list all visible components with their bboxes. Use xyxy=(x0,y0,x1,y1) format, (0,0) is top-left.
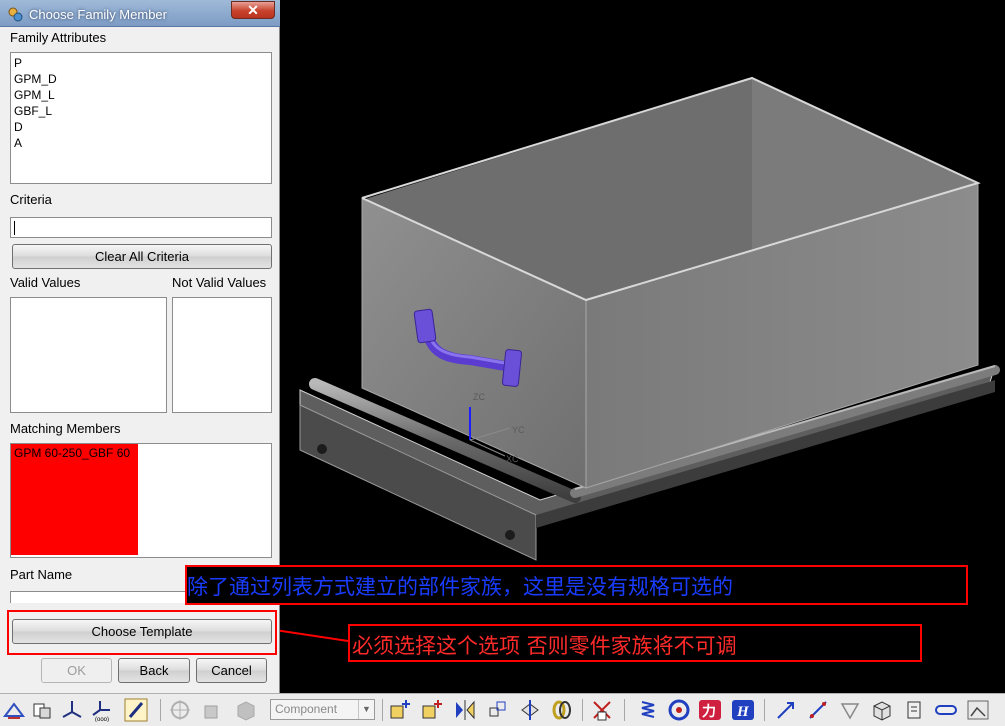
axis-x-label: XC xyxy=(506,454,519,464)
ok-button[interactable]: OK xyxy=(41,658,112,683)
svg-text:力: 力 xyxy=(702,703,716,719)
drafting-icon[interactable] xyxy=(902,698,926,722)
axis-y-label: YC xyxy=(512,425,525,435)
vector-icon[interactable] xyxy=(774,698,798,722)
annotation-note-2: 必须选择这个选项 否则零件家族将不可调 xyxy=(348,624,922,662)
mirror-assembly-icon[interactable] xyxy=(453,698,477,722)
assembly-constraints-icon[interactable] xyxy=(30,698,54,722)
section-icon[interactable] xyxy=(667,698,691,722)
explode-view-icon[interactable] xyxy=(590,698,614,722)
list-item[interactable]: GBF_L xyxy=(11,103,271,119)
clear-all-criteria-button[interactable]: Clear All Criteria xyxy=(12,244,272,269)
list-item[interactable]: D xyxy=(11,119,271,135)
toolbar-separator xyxy=(624,699,625,721)
close-icon: ✕ xyxy=(247,2,259,18)
link-chain-icon[interactable] xyxy=(550,698,574,722)
image-icon[interactable] xyxy=(966,698,990,722)
back-button[interactable]: Back xyxy=(118,658,190,683)
annotation-note-2-text: 必须选择这个选项 否则零件家族将不可调 xyxy=(352,634,737,658)
list-item[interactable]: GPM_D xyxy=(11,71,271,87)
toolbar-separator xyxy=(160,699,161,721)
valid-values-label: Valid Values xyxy=(10,275,81,290)
component-select-value: Component xyxy=(275,702,338,716)
valid-values-list[interactable] xyxy=(10,297,167,413)
part-name-label: Part Name xyxy=(10,567,73,582)
dimension-icon[interactable] xyxy=(806,698,830,722)
wave-geometry-icon[interactable] xyxy=(2,698,26,722)
close-button[interactable]: ✕ xyxy=(231,1,275,19)
choose-template-highlight xyxy=(7,610,277,655)
family-attributes-list[interactable]: P GPM_D GPM_L GBF_L D A xyxy=(10,52,272,184)
expression-icon[interactable] xyxy=(838,698,862,722)
paint-brush-icon[interactable] xyxy=(124,698,148,722)
list-item[interactable]: GPM_L xyxy=(11,87,271,103)
list-item[interactable]: GPM 60-250_GBF 60 xyxy=(11,444,138,555)
svg-text:(ooo): (ooo) xyxy=(95,717,109,722)
list-item[interactable]: A xyxy=(11,135,271,151)
bottom-toolbar: (ooo) Component ▼ 力 H xyxy=(0,693,1005,726)
matching-members-list[interactable]: GPM 60-250_GBF 60 xyxy=(10,443,272,558)
dialog-titlebar[interactable]: Choose Family Member ✕ xyxy=(0,0,280,27)
cancel-button[interactable]: Cancel xyxy=(196,658,267,683)
chevron-down-icon: ▼ xyxy=(358,700,374,719)
add-component-icon[interactable] xyxy=(388,698,412,722)
snap-point-icon[interactable] xyxy=(168,698,192,722)
toolbar-separator xyxy=(582,699,583,721)
axis-z-label: ZC xyxy=(473,392,485,402)
toolbar-separator xyxy=(764,699,765,721)
text-caret xyxy=(14,221,15,235)
criteria-input[interactable] xyxy=(10,217,272,238)
show-product-outline-icon[interactable] xyxy=(518,698,542,722)
move-component-icon[interactable] xyxy=(200,698,224,722)
h-icon[interactable]: H xyxy=(731,698,755,722)
trim-box-icon[interactable] xyxy=(870,698,894,722)
nx-app-icon xyxy=(8,7,23,22)
spring-icon[interactable] xyxy=(636,698,660,722)
not-valid-values-label: Not Valid Values xyxy=(172,275,267,290)
criteria-label: Criteria xyxy=(10,192,52,207)
csys-icon[interactable] xyxy=(60,698,84,722)
ka-icon[interactable]: 力 xyxy=(698,698,722,722)
svg-text:H: H xyxy=(736,704,750,720)
annotation-note-1: 除了通过列表方式建立的部件家族，这里是没有规格可选的 xyxy=(185,565,968,605)
dialog-title: Choose Family Member xyxy=(29,7,167,22)
point-set-icon[interactable]: (ooo) xyxy=(90,698,114,722)
list-item[interactable]: P xyxy=(11,55,271,71)
component-select[interactable]: Component ▼ xyxy=(270,699,375,720)
matching-members-label: Matching Members xyxy=(10,421,121,436)
not-valid-values-list[interactable] xyxy=(172,297,272,413)
annotation-note-1-text: 除了通过列表方式建立的部件家族，这里是没有规格可选的 xyxy=(187,575,733,599)
slot-icon[interactable] xyxy=(934,698,958,722)
new-component-icon[interactable] xyxy=(420,698,444,722)
shaded-box-icon[interactable] xyxy=(234,698,258,722)
open-box xyxy=(361,76,981,489)
family-attributes-label: Family Attributes xyxy=(10,30,107,45)
toolbar-separator xyxy=(382,699,383,721)
reposition-icon[interactable] xyxy=(486,698,510,722)
